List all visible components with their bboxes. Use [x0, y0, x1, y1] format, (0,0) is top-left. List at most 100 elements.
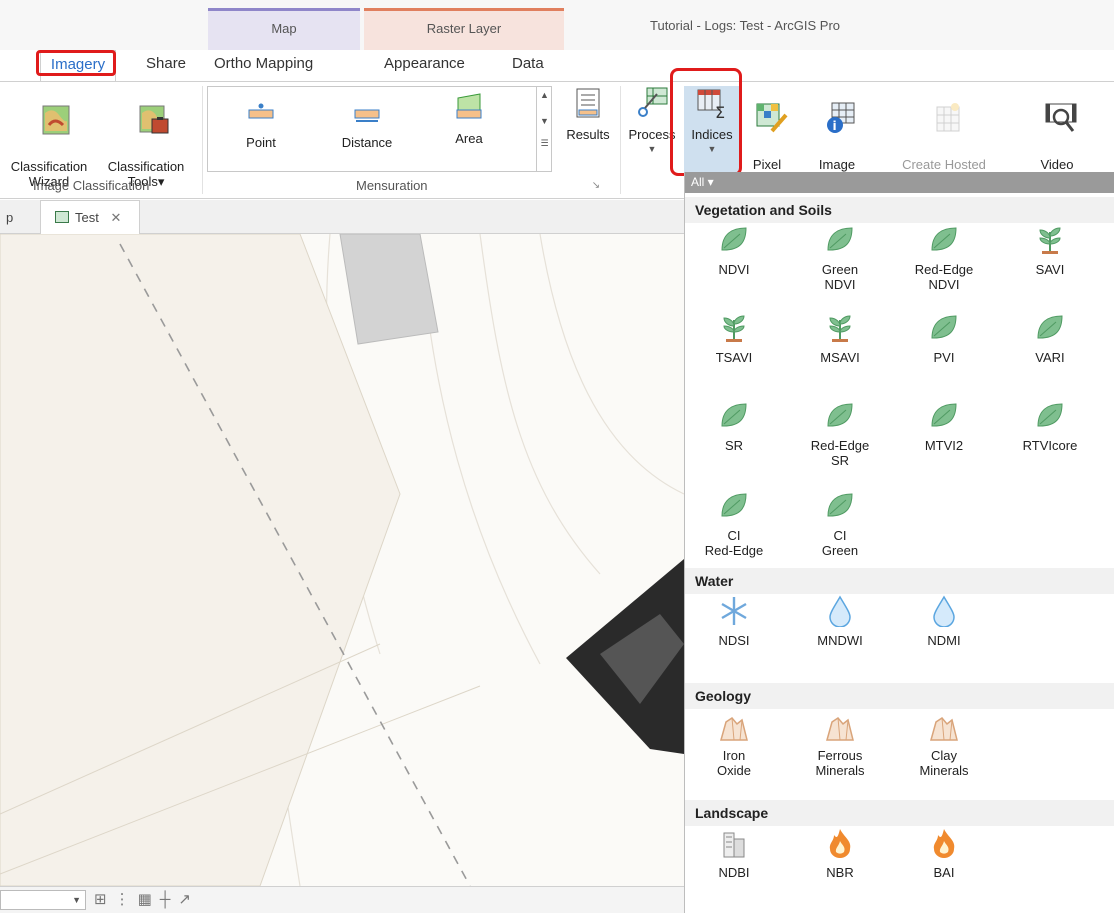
index-item-label: MTVI2	[924, 438, 964, 453]
tab-ortho-mapping[interactable]: Ortho Mapping	[214, 55, 313, 81]
ribbon-separator	[620, 86, 621, 194]
mensuration-launcher-icon[interactable]: ↘	[590, 178, 602, 193]
area-label: Area	[455, 131, 483, 146]
index-item-label: Clay Minerals	[919, 748, 969, 778]
index-item-label: CI Green	[821, 528, 859, 558]
sprout-icon	[829, 315, 851, 342]
distance-icon	[354, 109, 380, 122]
gallery-scroll-up-icon[interactable]: ▲	[537, 90, 552, 100]
tab-imagery[interactable]: Imagery	[40, 50, 116, 81]
rock-icon	[720, 717, 748, 741]
index-item[interactable]: NDBI	[689, 827, 779, 880]
index-item[interactable]: NDMI	[899, 595, 989, 648]
area-button[interactable]: Area	[434, 90, 504, 146]
index-item-label: TSAVI	[715, 350, 753, 365]
index-item[interactable]: CI Green	[795, 490, 885, 558]
index-item[interactable]: SAVI	[1005, 224, 1095, 277]
index-item[interactable]: MTVI2	[899, 400, 989, 453]
svg-text:i: i	[832, 119, 836, 133]
building-icon	[723, 832, 745, 858]
index-item[interactable]: Red-Edge NDVI	[899, 224, 989, 292]
group-label-mensuration: Mensuration	[356, 178, 428, 193]
create-hosted-imagery-icon	[936, 103, 960, 132]
indices-button[interactable]: Σ Indices ▼	[684, 86, 740, 157]
index-item-label: SR	[724, 438, 744, 453]
group-label-image-classification: Image Classification	[33, 178, 150, 193]
index-item-label: Red-Edge NDVI	[914, 262, 974, 292]
results-icon	[576, 88, 600, 118]
index-item[interactable]: SR	[689, 400, 779, 453]
index-item-label: SAVI	[1035, 262, 1065, 277]
indices-dropdown-panel: All ▾ Vegetation and Soils NDVI Green NDVI…	[684, 172, 1114, 913]
index-item[interactable]: Green NDVI	[795, 224, 885, 292]
index-item[interactable]: CI Red-Edge	[689, 490, 779, 558]
index-item[interactable]: Clay Minerals	[899, 710, 989, 778]
process-dropdown-icon: ▼	[647, 144, 657, 154]
classification-wizard-icon	[42, 105, 70, 135]
distance-label: Distance	[341, 135, 393, 150]
leaf-icon	[1037, 315, 1063, 339]
map-status-bar: ▼ ⊞⋮▦┼↗	[0, 886, 684, 913]
leaf-icon	[721, 403, 747, 427]
gallery-expand-icon[interactable]: ☰	[537, 138, 552, 149]
index-item[interactable]: NBR	[795, 827, 885, 880]
filter-dropdown[interactable]: All ▾	[685, 172, 1114, 193]
gallery-scrollbar[interactable]: ▲ ▼ ☰	[536, 86, 552, 172]
map-icon	[55, 211, 69, 223]
index-item[interactable]: NDVI	[689, 224, 779, 277]
index-item-label: NDVI	[718, 262, 750, 277]
water-drop-icon	[829, 595, 851, 627]
category-header: Water	[685, 568, 1114, 594]
scale-dropdown[interactable]: ▼	[0, 890, 86, 910]
leaf-icon	[931, 227, 957, 251]
index-item[interactable]: Iron Oxide	[689, 710, 779, 778]
results-label: Results	[566, 127, 610, 142]
classification-tools-icon	[139, 105, 169, 134]
index-item-label: Iron Oxide	[717, 748, 751, 778]
index-item[interactable]: Red-Edge SR	[795, 400, 885, 468]
index-item[interactable]: RTVIcore	[1005, 400, 1095, 453]
pixel-editor-icon	[756, 103, 788, 133]
index-item[interactable]: NDSI	[689, 595, 779, 648]
sprout-icon	[723, 315, 745, 342]
status-bar-tools-icon[interactable]: ⊞⋮▦┼↗	[94, 890, 199, 908]
point-icon	[248, 103, 274, 119]
index-item[interactable]: TSAVI	[689, 312, 779, 365]
tab-map-test[interactable]: Test ✕	[40, 200, 140, 234]
index-item[interactable]: Ferrous Minerals	[795, 710, 885, 778]
tab-share[interactable]: Share	[146, 55, 186, 81]
index-item[interactable]: MSAVI	[795, 312, 885, 365]
view-tab-fragment[interactable]: p	[6, 210, 13, 225]
point-label: Point	[246, 135, 276, 150]
contextual-tab-raster-layer: Raster Layer	[364, 8, 564, 50]
gallery-scroll-down-icon[interactable]: ▼	[537, 116, 552, 126]
leaf-icon	[931, 403, 957, 427]
map-view[interactable]	[0, 234, 684, 886]
distance-button[interactable]: Distance	[332, 94, 402, 150]
process-label: Process	[628, 127, 676, 142]
index-item[interactable]: MNDWI	[795, 595, 885, 648]
process-button[interactable]: Process ▼	[624, 86, 680, 157]
index-item[interactable]: BAI	[899, 827, 989, 880]
flame-icon	[829, 829, 851, 858]
index-item-label: NDBI	[718, 865, 750, 880]
leaf-icon	[1037, 403, 1063, 427]
index-item[interactable]: PVI	[899, 312, 989, 365]
point-button[interactable]: Point	[226, 94, 296, 150]
results-button[interactable]: Results	[560, 86, 616, 142]
tab-data[interactable]: Data	[512, 55, 544, 81]
index-item-label: CI Red-Edge	[704, 528, 764, 558]
snowflake-icon	[721, 597, 747, 625]
contextual-tab-map-label: Map	[271, 21, 297, 36]
index-item-label: VARI	[1035, 350, 1065, 365]
index-item-label: Red-Edge SR	[810, 438, 870, 468]
index-item-label: Green NDVI	[821, 262, 859, 292]
svg-text:Σ: Σ	[715, 103, 725, 120]
index-item[interactable]: VARI	[1005, 312, 1095, 365]
leaf-icon	[827, 403, 853, 427]
close-icon[interactable]: ✕	[110, 210, 121, 225]
ribbon-separator	[202, 86, 203, 194]
tab-appearance[interactable]: Appearance	[384, 55, 465, 81]
indices-dropdown-icon: ▼	[707, 144, 717, 154]
indices-icon: Σ	[697, 89, 725, 122]
